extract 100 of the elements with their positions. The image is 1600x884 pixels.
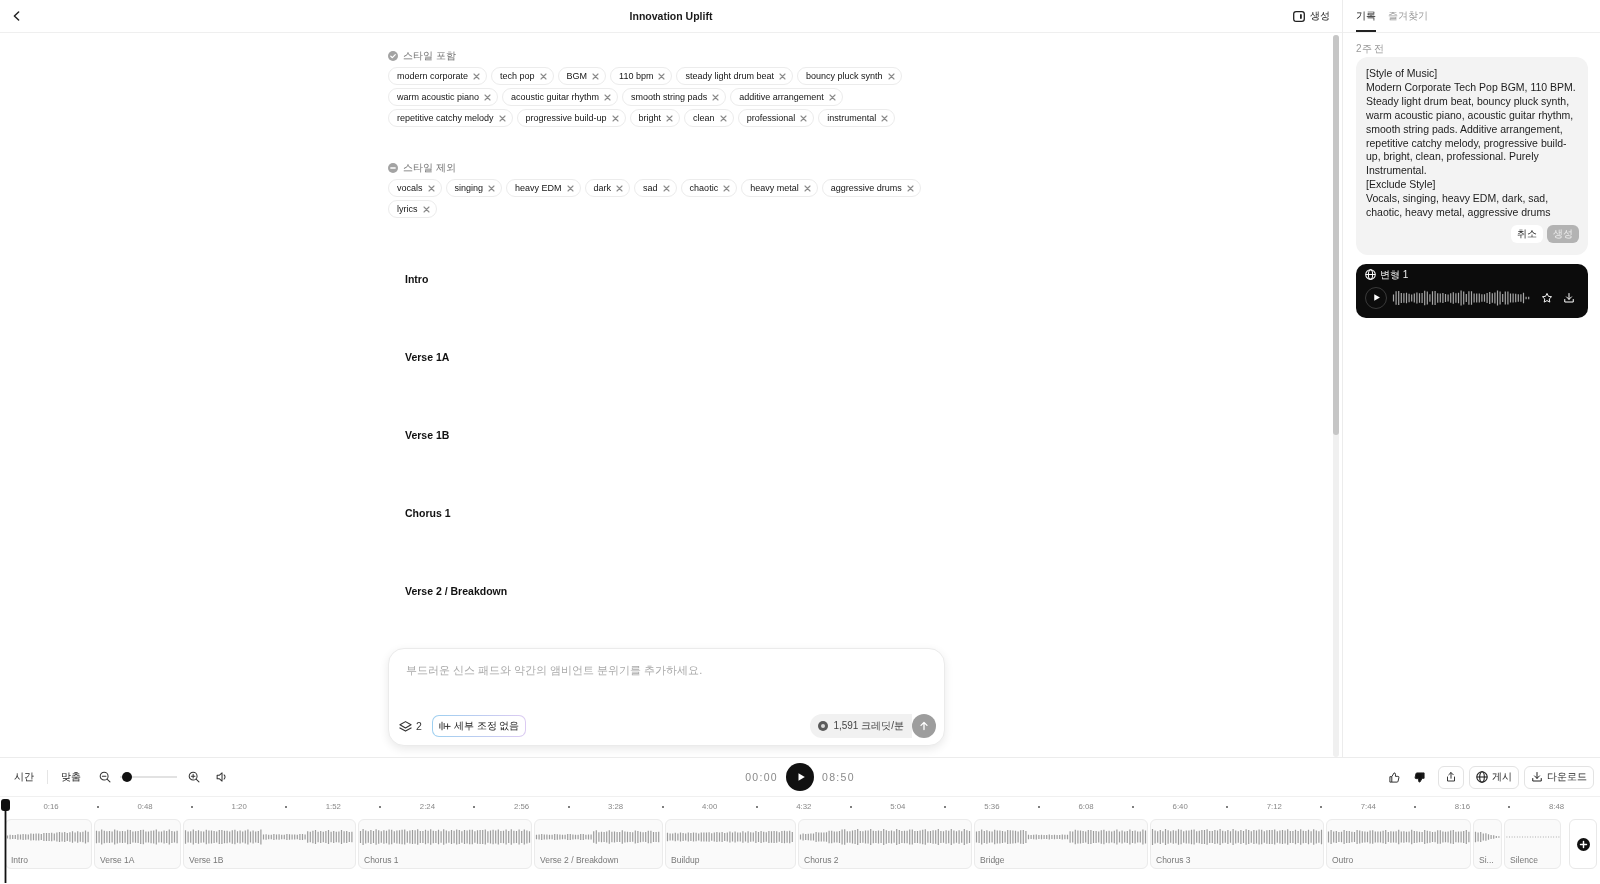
style-tag[interactable]: heavy EDM xyxy=(506,179,581,197)
style-tag[interactable]: sad xyxy=(634,179,677,197)
close-icon[interactable] xyxy=(484,93,492,101)
section-heading: Verse 1B xyxy=(405,428,450,442)
close-icon[interactable] xyxy=(566,184,574,192)
close-icon[interactable] xyxy=(427,184,435,192)
style-tag[interactable]: chaotic xyxy=(680,179,738,197)
close-icon[interactable] xyxy=(779,72,786,80)
clip-label: Verse 2 / Breakdown xyxy=(539,855,620,865)
style-tag[interactable]: 110 bpm xyxy=(610,67,673,85)
style-tag[interactable]: lyrics xyxy=(388,200,437,218)
layers-button[interactable]: 2 xyxy=(399,716,422,736)
fine-tune-button[interactable]: 세부 조정 없음 xyxy=(431,715,527,737)
close-icon[interactable] xyxy=(712,93,720,101)
close-icon[interactable] xyxy=(488,184,496,192)
style-tag[interactable]: progressive build-up xyxy=(516,109,626,127)
group-heading: 스타일 제외 xyxy=(403,161,456,175)
close-icon[interactable] xyxy=(828,93,836,101)
style-tag[interactable]: bouncy pluck synth xyxy=(797,67,902,85)
style-tag[interactable]: bright xyxy=(629,109,681,127)
clip-label: Chorus 3 xyxy=(1155,855,1192,865)
close-icon[interactable] xyxy=(803,184,811,192)
scrollbar-thumb[interactable] xyxy=(1333,35,1339,435)
thumbs-down-icon[interactable] xyxy=(1413,770,1426,784)
style-tag[interactable]: steady light drum beat xyxy=(676,67,793,85)
back-button[interactable] xyxy=(12,9,21,23)
star-icon[interactable] xyxy=(1541,291,1553,304)
credit-rate-text: 1,591 크레딧/분 xyxy=(833,719,904,733)
style-tag[interactable]: singing xyxy=(445,179,503,197)
close-icon[interactable] xyxy=(604,93,612,101)
section-heading: Verse 2 / Breakdown xyxy=(405,584,508,598)
clip-label: Buildup xyxy=(670,855,701,865)
style-tag[interactable]: heavy metal xyxy=(741,179,818,197)
view-mode-button[interactable]: 시간 xyxy=(14,768,34,786)
style-tag[interactable]: tech pop xyxy=(491,67,554,85)
close-icon[interactable] xyxy=(719,114,727,122)
close-icon[interactable] xyxy=(666,114,674,122)
group-heading: 스타일 포함 xyxy=(403,49,456,63)
clip-label: Bridge xyxy=(979,855,1006,865)
download-icon[interactable] xyxy=(1563,291,1575,304)
download-button[interactable]: 다운로드 xyxy=(1524,765,1594,789)
slider-thumb[interactable] xyxy=(122,772,133,782)
style-tag[interactable]: vocals xyxy=(388,179,442,197)
close-icon[interactable] xyxy=(616,184,624,192)
style-tag[interactable]: professional xyxy=(737,109,815,127)
style-tag[interactable]: smooth string pads xyxy=(622,88,727,106)
close-icon[interactable] xyxy=(498,114,506,122)
play-button[interactable] xyxy=(786,763,814,791)
panel-icon xyxy=(1293,10,1305,22)
cancel-button[interactable]: 취소 xyxy=(1511,224,1543,243)
close-icon[interactable] xyxy=(611,114,619,122)
song-title: Innovation Uplift xyxy=(629,10,713,22)
style-tag[interactable]: additive arrangement xyxy=(730,88,843,106)
prompt-field[interactable]: 부드러운 신스 패드와 약간의 앰비언트 분위기를 추가하세요. xyxy=(399,663,936,714)
style-tag[interactable]: aggressive drums xyxy=(821,179,921,197)
zoom-in-icon[interactable] xyxy=(188,771,200,783)
close-icon[interactable] xyxy=(662,184,670,192)
close-icon[interactable] xyxy=(592,72,600,80)
variant-label: 변형 1 xyxy=(1380,267,1409,282)
share-button[interactable] xyxy=(1438,765,1464,789)
coin-icon xyxy=(818,721,829,731)
section-heading: Intro xyxy=(405,272,429,286)
section-heading: Verse 1A xyxy=(405,350,450,364)
close-icon[interactable] xyxy=(906,184,914,192)
play-icon xyxy=(1372,293,1381,303)
check-circle-icon xyxy=(388,51,398,61)
view-mode-button[interactable]: 맞춤 xyxy=(61,768,81,786)
style-tag[interactable]: clean xyxy=(684,109,734,127)
tab[interactable]: 기록 xyxy=(1356,0,1376,32)
download-icon xyxy=(1531,771,1543,783)
globe-icon xyxy=(1365,269,1376,281)
thumbs-up-icon[interactable] xyxy=(1388,770,1401,784)
close-icon[interactable] xyxy=(658,72,666,80)
style-tag[interactable]: acoustic guitar rhythm xyxy=(502,88,619,106)
close-icon[interactable] xyxy=(539,72,547,80)
clip-label: Verse 1A xyxy=(99,855,136,865)
current-time: 00:00 xyxy=(745,771,778,783)
style-tag[interactable]: modern corporate xyxy=(388,67,488,85)
style-tag[interactable]: repetitive catchy melody xyxy=(388,109,513,127)
prompt-composer[interactable]: 부드러운 신스 패드와 약간의 앰비언트 분위기를 추가하세요. 2 세부 조정 없음 1,591 크레딧/분 xyxy=(388,648,945,746)
zoom-out-icon[interactable] xyxy=(99,771,111,783)
close-icon[interactable] xyxy=(473,72,481,80)
generate-panel-button[interactable]: 생성 xyxy=(1293,7,1330,25)
chevron-left-icon xyxy=(13,11,20,21)
arrow-up-icon xyxy=(919,721,929,731)
add-section-button[interactable] xyxy=(1569,819,1597,869)
close-icon[interactable] xyxy=(881,114,889,122)
style-tag[interactable]: warm acoustic piano xyxy=(388,88,499,106)
style-tag[interactable]: instrumental xyxy=(818,109,896,127)
speaker-icon[interactable] xyxy=(215,771,227,783)
close-icon[interactable] xyxy=(422,205,430,213)
duration: 08:50 xyxy=(822,771,855,783)
playhead[interactable] xyxy=(1,799,10,883)
minus-circle-icon xyxy=(388,163,398,173)
close-icon[interactable] xyxy=(723,184,731,192)
close-icon[interactable] xyxy=(887,72,895,80)
style-tag[interactable]: BGM xyxy=(557,67,607,85)
publish-button[interactable]: 게시 xyxy=(1469,765,1519,789)
style-tag[interactable]: dark xyxy=(584,179,631,197)
close-icon[interactable] xyxy=(800,114,808,122)
